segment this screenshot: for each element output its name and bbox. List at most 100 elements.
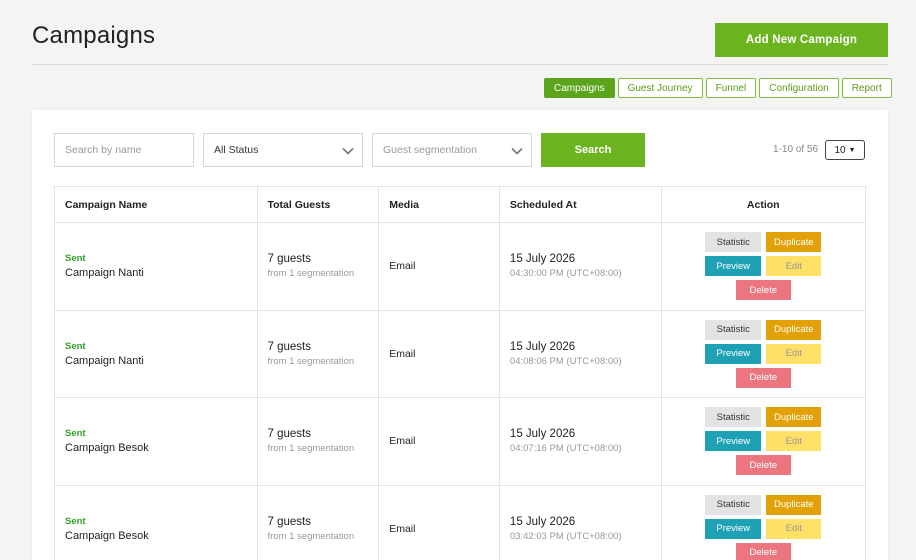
- edit-button[interactable]: Edit: [766, 431, 822, 452]
- table-row: Sent Campaign Besok 7 guests from 1 segm…: [55, 485, 865, 560]
- segmentation-select[interactable]: Guest segmentation: [372, 133, 532, 167]
- preview-button[interactable]: Preview: [705, 518, 762, 539]
- scheduled-date: 15 July 2026: [509, 340, 576, 353]
- total-guests-cell: 7 guests from 1 segmentation: [258, 485, 380, 560]
- delete-button[interactable]: Delete: [735, 367, 791, 388]
- campaign-name-cell: Sent Campaign Nanti: [55, 223, 258, 310]
- media-cell: Email: [379, 485, 500, 560]
- column-header: Campaign Name: [55, 187, 258, 222]
- media-value: Email: [389, 522, 416, 535]
- scheduled-date: 15 July 2026: [509, 515, 576, 528]
- per-page-select[interactable]: 10 ▼: [825, 140, 865, 160]
- campaign-name: Campaign Nanti: [65, 267, 144, 280]
- total-guests-cell: 7 guests from 1 segmentation: [258, 310, 380, 397]
- campaign-name: Campaign Besok: [65, 442, 149, 455]
- guests-count: 7 guests: [267, 515, 311, 528]
- media-cell: Email: [379, 398, 500, 485]
- scheduled-cell: 15 July 2026 04:07:16 PM (UTC+08:00): [500, 398, 662, 485]
- caret-down-icon: ▼: [848, 146, 856, 154]
- media-value: Email: [389, 260, 416, 273]
- campaign-name-cell: Sent Campaign Nanti: [55, 310, 258, 397]
- action-cell: Statistic Duplicate Preview Edit Delete: [662, 486, 865, 560]
- tab-funnel[interactable]: Funnel: [705, 78, 757, 98]
- segmentation-count: from 1 segmentation: [267, 530, 355, 542]
- scheduled-date: 15 July 2026: [509, 253, 576, 266]
- table-row: Sent Campaign Nanti 7 guests from 1 segm…: [55, 310, 865, 398]
- media-value: Email: [389, 435, 416, 448]
- media-cell: Email: [379, 310, 500, 397]
- campaign-name: Campaign Besok: [65, 529, 149, 542]
- segmentation-count: from 1 segmentation: [267, 268, 355, 280]
- scheduled-time: 04:07:16 PM (UTC+08:00): [509, 443, 622, 455]
- scheduled-time: 04:08:06 PM (UTC+08:00): [509, 355, 622, 367]
- per-page-value: 10: [834, 144, 846, 156]
- column-header: Action: [746, 198, 780, 211]
- tab-guest-journey[interactable]: Guest Journey: [617, 78, 703, 98]
- status-badge: Sent: [65, 253, 86, 265]
- column-header: Scheduled At: [500, 187, 662, 222]
- guests-count: 7 guests: [267, 253, 311, 266]
- edit-button[interactable]: Edit: [766, 518, 822, 539]
- table-row: Sent Campaign Nanti 7 guests from 1 segm…: [55, 223, 865, 311]
- preview-button[interactable]: Preview: [705, 343, 762, 364]
- duplicate-button[interactable]: Duplicate: [766, 232, 822, 253]
- edit-button[interactable]: Edit: [766, 256, 822, 277]
- media-cell: Email: [379, 223, 500, 310]
- scheduled-date: 15 July 2026: [509, 428, 576, 441]
- campaigns-table: Campaign Name Total Guests Media Schedul…: [54, 186, 866, 560]
- action-cell: Statistic Duplicate Preview Edit Delete: [662, 223, 865, 310]
- campaign-name: Campaign Nanti: [65, 354, 144, 367]
- duplicate-button[interactable]: Duplicate: [766, 494, 822, 515]
- status-select[interactable]: All Status: [203, 133, 363, 167]
- action-buttons: Statistic Duplicate Preview Edit Delete: [705, 494, 822, 560]
- guests-count: 7 guests: [267, 428, 311, 441]
- statistic-button[interactable]: Statistic: [705, 232, 762, 253]
- action-cell: Statistic Duplicate Preview Edit Delete: [662, 311, 865, 398]
- scheduled-cell: 15 July 2026 03:42:03 PM (UTC+08:00): [500, 485, 662, 560]
- action-buttons: Statistic Duplicate Preview Edit Delete: [705, 319, 822, 388]
- duplicate-button[interactable]: Duplicate: [766, 407, 822, 428]
- campaigns-card: Search by name All Status Guest segmenta…: [32, 110, 888, 560]
- campaign-name-cell: Sent Campaign Besok: [55, 485, 258, 560]
- guests-count: 7 guests: [267, 340, 311, 353]
- status-badge: Sent: [65, 428, 86, 440]
- scheduled-time: 04:30:00 PM (UTC+08:00): [509, 268, 622, 280]
- campaign-name-cell: Sent Campaign Besok: [55, 398, 258, 485]
- statistic-button[interactable]: Statistic: [705, 407, 762, 428]
- statistic-button[interactable]: Statistic: [705, 494, 762, 515]
- table-header: Campaign Name Total Guests Media Schedul…: [55, 187, 865, 223]
- chevron-down-icon: [342, 147, 354, 155]
- scheduled-cell: 15 July 2026 04:08:06 PM (UTC+08:00): [500, 310, 662, 397]
- statistic-button[interactable]: Statistic: [705, 319, 762, 340]
- search-input[interactable]: Search by name: [54, 133, 194, 167]
- preview-button[interactable]: Preview: [705, 256, 762, 277]
- media-value: Email: [389, 347, 416, 360]
- total-guests-cell: 7 guests from 1 segmentation: [258, 223, 380, 310]
- tab-campaigns[interactable]: Campaigns: [544, 78, 615, 98]
- title-divider: [32, 64, 888, 65]
- action-buttons: Statistic Duplicate Preview Edit Delete: [705, 407, 822, 476]
- duplicate-button[interactable]: Duplicate: [766, 319, 822, 340]
- column-header: Total Guests: [258, 187, 380, 222]
- status-badge: Sent: [65, 340, 86, 352]
- delete-button[interactable]: Delete: [735, 542, 791, 560]
- edit-button[interactable]: Edit: [766, 343, 822, 364]
- table-row: Sent Campaign Besok 7 guests from 1 segm…: [55, 398, 865, 486]
- delete-button[interactable]: Delete: [735, 455, 791, 476]
- preview-button[interactable]: Preview: [705, 431, 762, 452]
- scheduled-cell: 15 July 2026 04:30:00 PM (UTC+08:00): [500, 223, 662, 310]
- chevron-down-icon: [511, 147, 523, 155]
- tab-configuration[interactable]: Configuration: [759, 78, 839, 98]
- status-select-value: All Status: [214, 144, 259, 156]
- status-badge: Sent: [65, 515, 86, 527]
- tab-report[interactable]: Report: [841, 78, 892, 98]
- add-new-campaign-button[interactable]: Add New Campaign: [715, 23, 888, 57]
- section-tabs: Campaigns Guest Journey Funnel Configura…: [544, 78, 892, 98]
- search-button[interactable]: Search: [541, 133, 645, 167]
- total-guests-cell: 7 guests from 1 segmentation: [258, 398, 380, 485]
- delete-button[interactable]: Delete: [735, 280, 791, 301]
- action-buttons: Statistic Duplicate Preview Edit Delete: [705, 232, 822, 301]
- pagination-info: 1-10 of 56: [773, 144, 819, 155]
- segmentation-count: from 1 segmentation: [267, 355, 355, 367]
- column-header: Media: [379, 187, 500, 222]
